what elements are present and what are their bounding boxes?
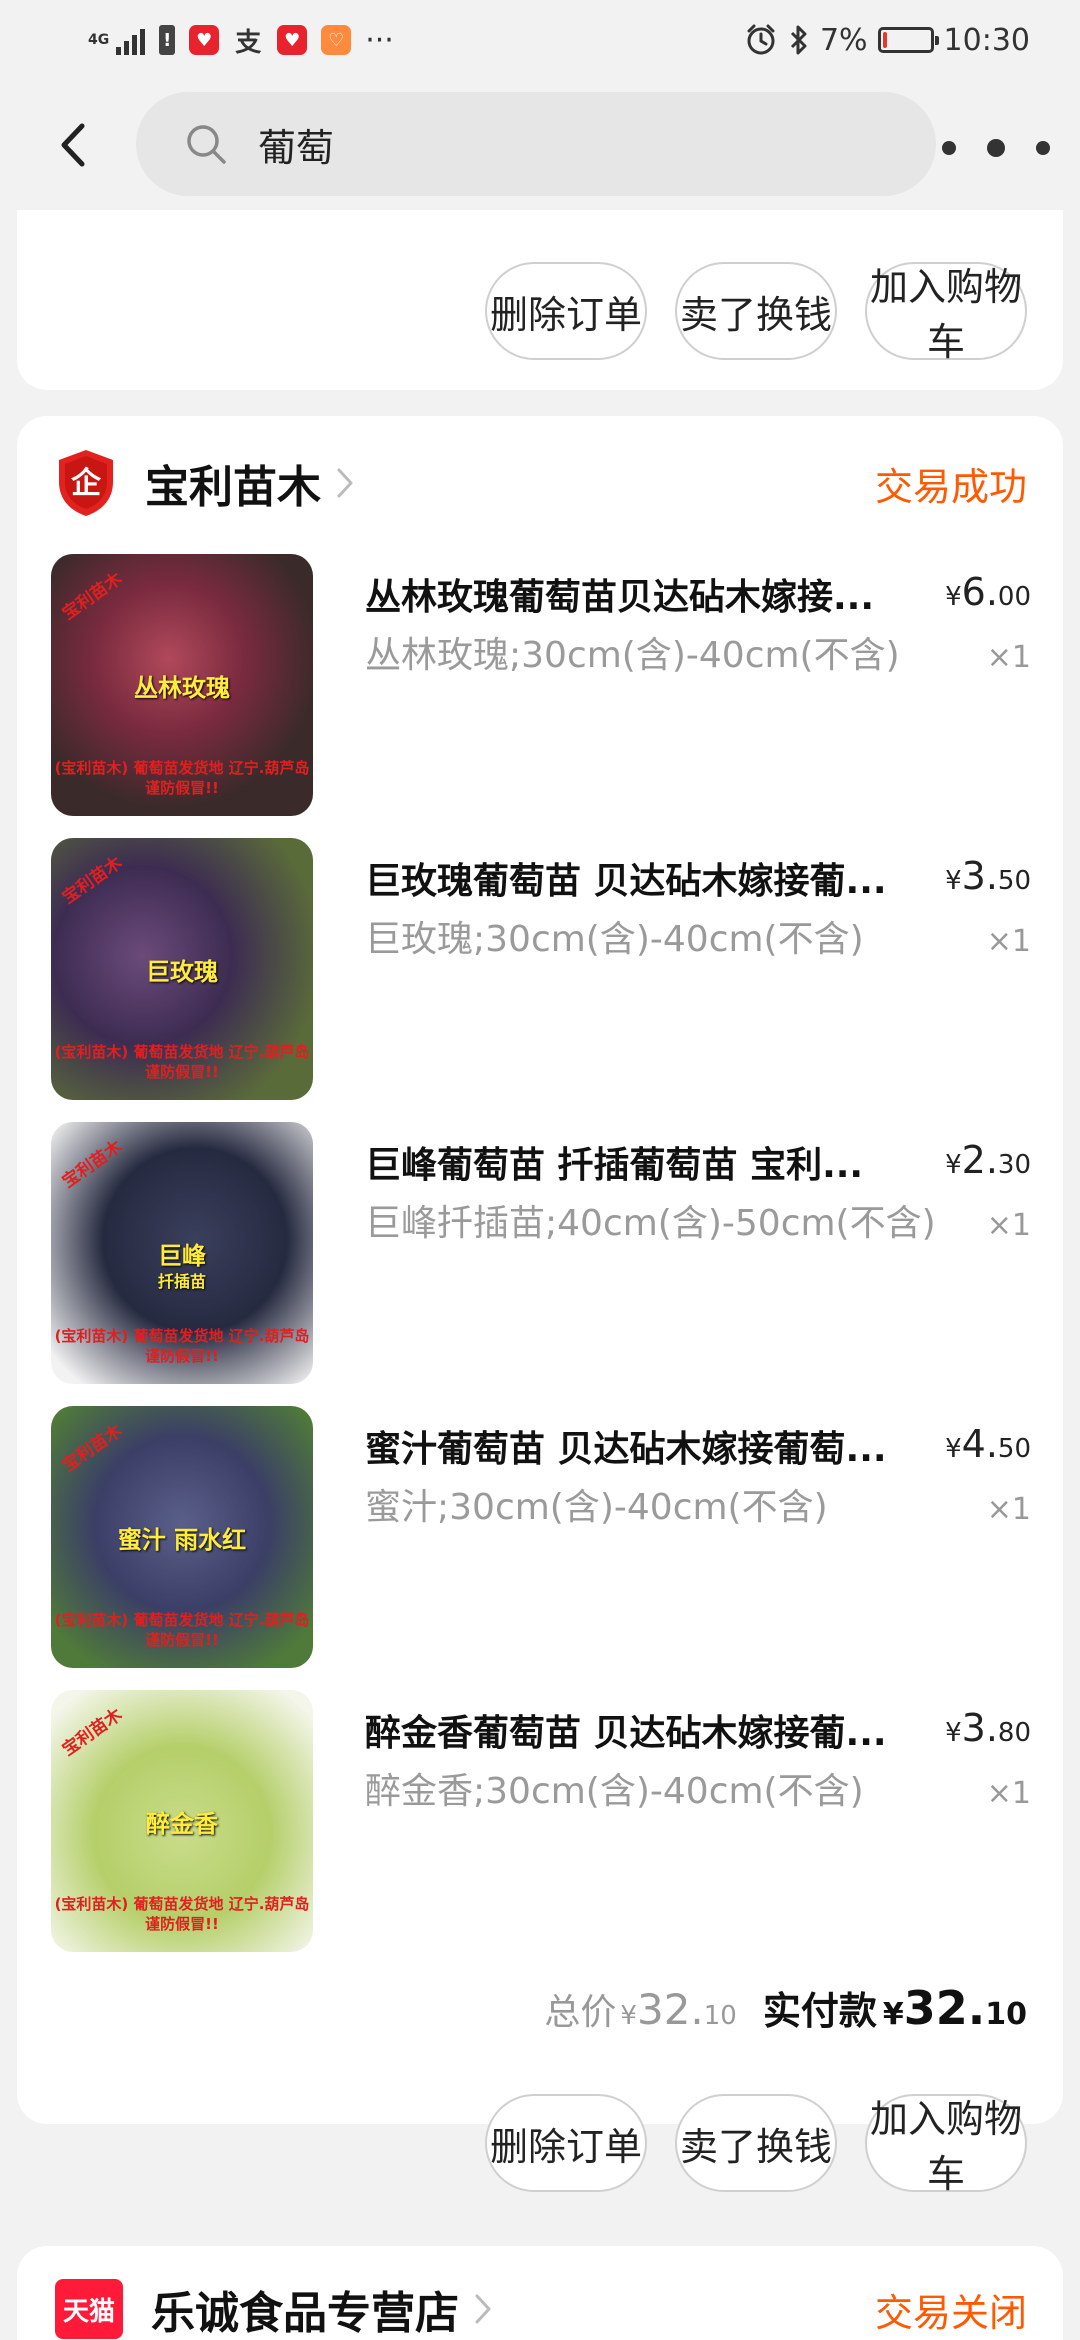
- network-label: 4G: [88, 32, 110, 48]
- shop-header[interactable]: 企 宝利苗木 交易成功: [55, 448, 1027, 518]
- order-item[interactable]: 宝利苗木 巨玫瑰 (宝利苗木) 葡萄苗发货地 辽宁.葫芦岛 谨防假冒!! 巨玫瑰…: [51, 838, 1031, 1100]
- add-to-cart-button[interactable]: 加入购物车: [865, 262, 1027, 364]
- product-image[interactable]: 宝利苗木 丛林玫瑰 (宝利苗木) 葡萄苗发货地 辽宁.葫芦岛 谨防假冒!!: [51, 554, 313, 816]
- sell-button[interactable]: 卖了换钱: [675, 262, 837, 360]
- order-card-next[interactable]: 天猫 乐诚食品专营店 交易关闭: [17, 2246, 1063, 2340]
- status-right: 7% 10:30: [744, 18, 1030, 62]
- delete-order-button[interactable]: 删除订单: [485, 262, 647, 360]
- image-variety-label: 巨玫瑰: [146, 958, 218, 986]
- alert-icon: !: [159, 25, 176, 55]
- battery-icon: [877, 27, 939, 53]
- image-footer-text: (宝利苗木) 葡萄苗发货地 辽宁.葫芦岛 谨防假冒!!: [54, 1611, 310, 1649]
- order-totals: 总价 ¥32.10 实付款 ¥32.10: [544, 1980, 1027, 2035]
- search-input[interactable]: 葡萄: [136, 92, 936, 196]
- status-bar: 4G ! ♥ 支 ♥ ♡ ··· 7% 10:30: [0, 0, 1080, 80]
- item-title[interactable]: 蜜汁葡萄苗 贝达砧木嫁接葡萄...: [365, 1420, 925, 1472]
- image-variety-label: 蜜汁 雨水红: [117, 1526, 247, 1554]
- image-variety-sublabel: 扦插苗: [157, 1272, 206, 1291]
- app-badge-icon: ♥: [189, 25, 220, 55]
- header: 葡萄: [0, 80, 1080, 210]
- image-watermark: 宝利苗木: [58, 1420, 127, 1477]
- image-footer-text: (宝利苗木) 葡萄苗发货地 辽宁.葫芦岛 谨防假冒!!: [54, 1043, 310, 1081]
- app-badge-icon: ♥: [277, 25, 308, 55]
- order-card-previous: 删除订单 卖了换钱 加入购物车: [17, 210, 1063, 390]
- bluetooth-icon: [790, 25, 807, 55]
- back-arrow-icon[interactable]: [52, 118, 100, 172]
- order-item[interactable]: 宝利苗木 醉金香 (宝利苗木) 葡萄苗发货地 辽宁.葫芦岛 谨防假冒!! 醉金香…: [51, 1690, 1031, 1952]
- item-quantity: ×1: [986, 1776, 1031, 1811]
- image-watermark: 宝利苗木: [58, 1136, 127, 1193]
- order-item[interactable]: 宝利苗木 蜜汁 雨水红 (宝利苗木) 葡萄苗发货地 辽宁.葫芦岛 谨防假冒!! …: [51, 1406, 1031, 1668]
- item-price: ¥3.50: [945, 854, 1031, 898]
- shop-name[interactable]: 宝利苗木: [145, 451, 321, 515]
- product-image[interactable]: 宝利苗木 蜜汁 雨水红 (宝利苗木) 葡萄苗发货地 辽宁.葫芦岛 谨防假冒!!: [51, 1406, 313, 1668]
- shop-badge-text: 企: [71, 466, 102, 501]
- shop-header[interactable]: 天猫 乐诚食品专营店 交易关闭: [55, 2274, 1027, 2340]
- product-image[interactable]: 宝利苗木 巨峰 扦插苗 (宝利苗木) 葡萄苗发货地 辽宁.葫芦岛 谨防假冒!!: [51, 1122, 313, 1384]
- item-price: ¥3.80: [945, 1706, 1031, 1750]
- order-actions: 删除订单 卖了换钱 加入购物车: [485, 262, 1027, 364]
- status-time: 10:30: [943, 22, 1030, 58]
- item-title[interactable]: 丛林玫瑰葡萄苗贝达砧木嫁接...: [365, 568, 925, 620]
- status-more: ···: [365, 22, 394, 58]
- chevron-right-icon: [337, 468, 353, 498]
- chevron-right-icon: [475, 2294, 491, 2324]
- tmall-badge-icon: 天猫: [55, 2279, 123, 2339]
- add-to-cart-button[interactable]: 加入购物车: [865, 2094, 1027, 2196]
- paid-label: 实付款: [762, 1989, 877, 2033]
- image-watermark: 宝利苗木: [58, 852, 127, 909]
- app-badge-icon: ♡: [321, 25, 352, 55]
- total-label: 总价: [544, 1992, 617, 2033]
- item-quantity: ×1: [986, 1208, 1031, 1243]
- order-status: 交易成功: [874, 464, 1027, 509]
- total-value: ¥32.10: [620, 1985, 737, 2034]
- signal-icon: 4G: [88, 25, 146, 55]
- battery-percent: 7%: [819, 22, 868, 58]
- paid-value: ¥32.10: [882, 1981, 1027, 2035]
- item-spec: 巨玫瑰;30cm(含)-40cm(不含): [365, 919, 864, 960]
- image-variety-label: 醉金香: [146, 1810, 218, 1838]
- item-spec: 蜜汁;30cm(含)-40cm(不含): [365, 1487, 828, 1528]
- item-spec: 丛林玫瑰;30cm(含)-40cm(不含): [365, 635, 900, 676]
- item-title[interactable]: 醉金香葡萄苗 贝达砧木嫁接葡...: [365, 1704, 925, 1756]
- alipay-icon: 支: [235, 27, 262, 58]
- product-image[interactable]: 宝利苗木 巨玫瑰 (宝利苗木) 葡萄苗发货地 辽宁.葫芦岛 谨防假冒!!: [51, 838, 313, 1100]
- search-query: 葡萄: [258, 125, 335, 170]
- battery-fill: [882, 32, 888, 48]
- delete-order-button[interactable]: 删除订单: [485, 2094, 647, 2192]
- item-quantity: ×1: [986, 640, 1031, 675]
- search-icon: [187, 125, 226, 164]
- item-spec: 醉金香;30cm(含)-40cm(不含): [365, 1771, 864, 1812]
- order-card[interactable]: 企 宝利苗木 交易成功 宝利苗木 丛林玫瑰 (宝利苗木) 葡萄苗发货地 辽宁.葫…: [17, 416, 1063, 2196]
- product-image[interactable]: 宝利苗木 醉金香 (宝利苗木) 葡萄苗发货地 辽宁.葫芦岛 谨防假冒!!: [51, 1690, 313, 1952]
- image-footer-text: (宝利苗木) 葡萄苗发货地 辽宁.葫芦岛 谨防假冒!!: [54, 1895, 310, 1933]
- image-footer-text: (宝利苗木) 葡萄苗发货地 辽宁.葫芦岛 谨防假冒!!: [54, 759, 310, 797]
- item-title[interactable]: 巨峰葡萄苗 扦插葡萄苗 宝利...: [365, 1136, 925, 1188]
- item-price: ¥4.50: [945, 1422, 1031, 1466]
- status-left: 4G ! ♥ 支 ♥ ♡ ···: [88, 20, 394, 60]
- image-footer-text: (宝利苗木) 葡萄苗发货地 辽宁.葫芦岛 谨防假冒!!: [54, 1327, 310, 1365]
- order-actions: 删除订单 卖了换钱 加入购物车: [485, 2094, 1027, 2196]
- item-title[interactable]: 巨玫瑰葡萄苗 贝达砧木嫁接葡...: [365, 852, 925, 904]
- item-quantity: ×1: [986, 1492, 1031, 1527]
- shop-name[interactable]: 乐诚食品专营店: [151, 2277, 459, 2340]
- image-watermark: 宝利苗木: [58, 1704, 127, 1761]
- item-spec: 巨峰扦插苗;40cm(含)-50cm(不含): [365, 1203, 936, 1244]
- image-variety-label: 丛林玫瑰: [134, 674, 230, 702]
- item-quantity: ×1: [986, 924, 1031, 959]
- enterprise-shield-icon: 企: [59, 450, 113, 516]
- order-item[interactable]: 宝利苗木 巨峰 扦插苗 (宝利苗木) 葡萄苗发货地 辽宁.葫芦岛 谨防假冒!! …: [51, 1122, 1031, 1384]
- item-price: ¥6.00: [945, 570, 1031, 614]
- alarm-icon: [747, 24, 775, 55]
- sell-button[interactable]: 卖了换钱: [675, 2094, 837, 2192]
- item-price: ¥2.30: [945, 1138, 1031, 1182]
- more-dots-icon[interactable]: [942, 128, 1050, 168]
- image-watermark: 宝利苗木: [58, 568, 127, 625]
- order-status: 交易关闭: [874, 2290, 1027, 2335]
- image-variety-label: 巨峰: [158, 1242, 206, 1270]
- order-item[interactable]: 宝利苗木 丛林玫瑰 (宝利苗木) 葡萄苗发货地 辽宁.葫芦岛 谨防假冒!! 丛林…: [51, 554, 1031, 816]
